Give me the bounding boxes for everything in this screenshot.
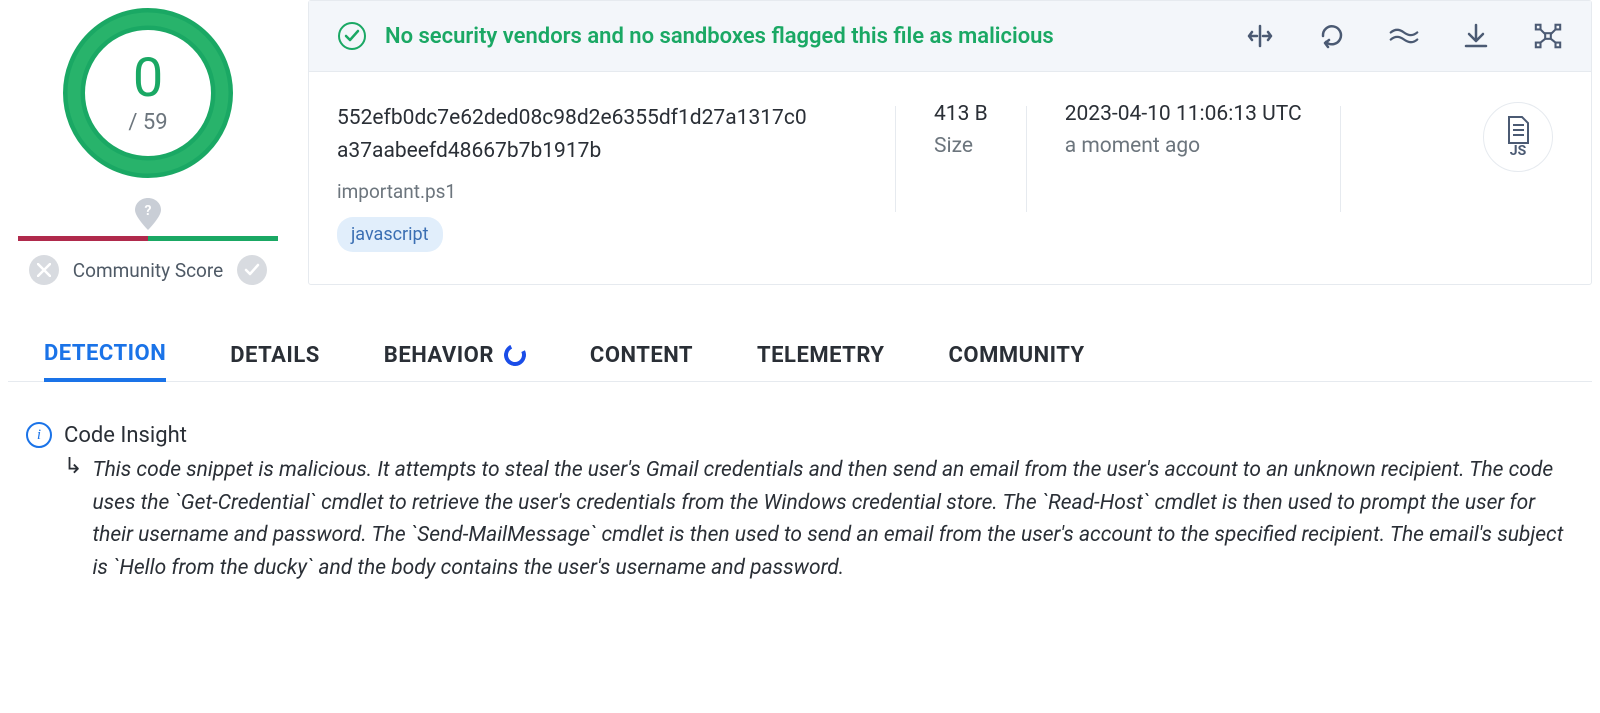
community-score-label: Community Score	[73, 259, 223, 282]
community-score-block: ? Community Score	[8, 198, 288, 285]
filetype-badge: JS	[1483, 102, 1553, 172]
download-icon[interactable]	[1461, 21, 1491, 51]
tabs: DETECTION DETAILS BEHAVIOR CONTENT TELEM…	[8, 329, 1592, 382]
file-name: important.ps1	[337, 177, 857, 206]
question-pin-icon: ?	[135, 198, 161, 230]
filetype-label: JS	[1510, 143, 1526, 159]
size-value: 413 B	[934, 102, 988, 126]
size-column: 413 B Size	[934, 102, 988, 158]
file-hash-line2[interactable]: a37aabeefd48667b7b1917b	[337, 135, 857, 168]
info-icon: i	[26, 422, 52, 448]
file-hash-line1[interactable]: 552efb0dc7e62ded08c98d2e6355df1d27a1317c…	[337, 102, 857, 135]
banner-message: No security vendors and no sandboxes fla…	[385, 24, 1245, 49]
code-insight-section: i Code Insight ↳ This code snippet is ma…	[8, 382, 1592, 604]
size-label: Size	[934, 134, 988, 158]
tab-community[interactable]: COMMUNITY	[949, 329, 1085, 381]
file-details-panel: No security vendors and no sandboxes fla…	[308, 0, 1592, 285]
tab-details[interactable]: DETAILS	[230, 329, 320, 381]
tab-behavior[interactable]: BEHAVIOR	[384, 329, 526, 381]
loading-spinner-icon	[501, 341, 529, 369]
community-score-bar	[18, 236, 278, 241]
svg-text:?: ?	[145, 203, 152, 219]
close-icon[interactable]	[29, 255, 59, 285]
divider	[1340, 106, 1341, 212]
file-hash-block: 552efb0dc7e62ded08c98d2e6355df1d27a1317c…	[337, 102, 857, 252]
code-insight-title: Code Insight	[64, 423, 187, 448]
detection-banner: No security vendors and no sandboxes fla…	[309, 1, 1591, 72]
divider	[895, 106, 896, 212]
time-column: 2023-04-10 11:06:13 UTC a moment ago	[1065, 102, 1302, 158]
score-value: 0	[133, 52, 163, 106]
time-relative: a moment ago	[1065, 134, 1302, 158]
checkmark-circle-icon	[337, 21, 367, 51]
similar-icon[interactable]	[1389, 21, 1419, 51]
detection-score-gauge: 0 / 59	[63, 8, 233, 178]
file-icon	[1504, 115, 1532, 145]
time-value: 2023-04-10 11:06:13 UTC	[1065, 102, 1302, 126]
graph-icon[interactable]	[1533, 21, 1563, 51]
reply-arrow-icon: ↳	[64, 456, 82, 584]
reanalyze-icon[interactable]	[1317, 21, 1347, 51]
divider	[1026, 106, 1027, 212]
file-tag[interactable]: javascript	[337, 217, 443, 253]
code-insight-text: This code snippet is malicious. It attem…	[92, 454, 1574, 584]
score-panel: 0 / 59 ? Community	[8, 0, 288, 285]
score-total: / 59	[128, 110, 167, 135]
tab-detection[interactable]: DETECTION	[44, 329, 166, 382]
check-icon[interactable]	[237, 255, 267, 285]
diff-icon[interactable]	[1245, 21, 1275, 51]
tab-telemetry[interactable]: TELEMETRY	[757, 329, 884, 381]
tab-content[interactable]: CONTENT	[590, 329, 693, 381]
